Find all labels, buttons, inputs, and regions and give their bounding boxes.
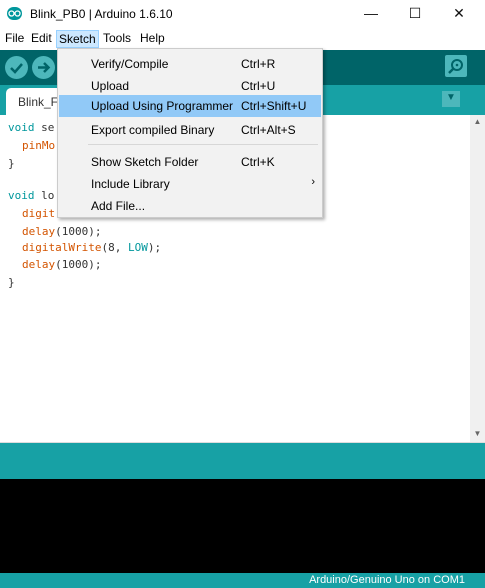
upload-button[interactable] xyxy=(32,56,55,79)
sketch-dropdown-menu: Verify/Compile Ctrl+R Upload Ctrl+U Uplo… xyxy=(57,48,323,218)
vertical-scrollbar[interactable] xyxy=(470,115,485,442)
menu-sketch[interactable]: Sketch xyxy=(56,30,99,48)
tab-label: Blink_F xyxy=(18,95,59,109)
console-output[interactable] xyxy=(0,479,485,573)
menu-help[interactable]: Help xyxy=(138,31,167,45)
close-button[interactable]: ✕ xyxy=(437,0,481,28)
code-line-9: delay(1000); xyxy=(22,258,102,271)
scroll-down-icon[interactable]: ▼ xyxy=(471,429,484,438)
menu-file[interactable]: File xyxy=(3,31,26,45)
submenu-arrow-icon: › xyxy=(311,176,315,188)
chevron-down-icon: ▼ xyxy=(446,92,456,103)
arrow-right-icon xyxy=(38,62,51,73)
menu-edit[interactable]: Edit xyxy=(29,31,54,45)
code-line-7: delay(1000); xyxy=(22,225,102,238)
menuitem-show-sketch-folder[interactable]: Show Sketch Folder Ctrl+K xyxy=(59,151,321,173)
menu-tools[interactable]: Tools xyxy=(101,31,133,45)
tab-menu-button[interactable]: ▼ xyxy=(442,91,460,107)
serial-monitor-button[interactable] xyxy=(445,55,467,77)
menuitem-export-compiled-binary[interactable]: Export compiled Binary Ctrl+Alt+S xyxy=(59,119,321,141)
menu-separator xyxy=(88,144,318,145)
code-line-5: void lo xyxy=(8,189,55,202)
code-line-1: void se xyxy=(8,121,55,134)
window-title: Blink_PB0 | Arduino 1.6.10 xyxy=(30,7,173,21)
code-line-2: pinMo xyxy=(22,139,56,152)
code-line-10: } xyxy=(8,276,15,289)
menuitem-upload-using-programmer[interactable]: Upload Using Programmer Ctrl+Shift+U xyxy=(59,95,321,117)
menuitem-include-library[interactable]: Include Library › xyxy=(59,173,321,195)
checkmark-icon xyxy=(10,63,23,74)
menuitem-verify-compile[interactable]: Verify/Compile Ctrl+R xyxy=(59,53,321,75)
code-line-3: } xyxy=(8,157,15,170)
scroll-up-icon[interactable]: ▲ xyxy=(471,117,484,126)
message-area xyxy=(0,443,485,479)
arduino-logo-icon xyxy=(7,7,22,20)
magnifier-icon xyxy=(448,59,463,74)
menuitem-add-file[interactable]: Add File... xyxy=(59,195,321,217)
verify-button[interactable] xyxy=(5,56,28,79)
board-port-label: Arduino/Genuino Uno on COM1 xyxy=(309,574,465,586)
code-line-6: digit xyxy=(22,207,56,220)
maximize-button[interactable]: ☐ xyxy=(393,0,437,28)
menuitem-upload[interactable]: Upload Ctrl+U xyxy=(59,75,321,97)
minimize-button[interactable]: — xyxy=(349,0,393,28)
code-line-8: digitalWrite(8, LOW); xyxy=(22,241,162,254)
